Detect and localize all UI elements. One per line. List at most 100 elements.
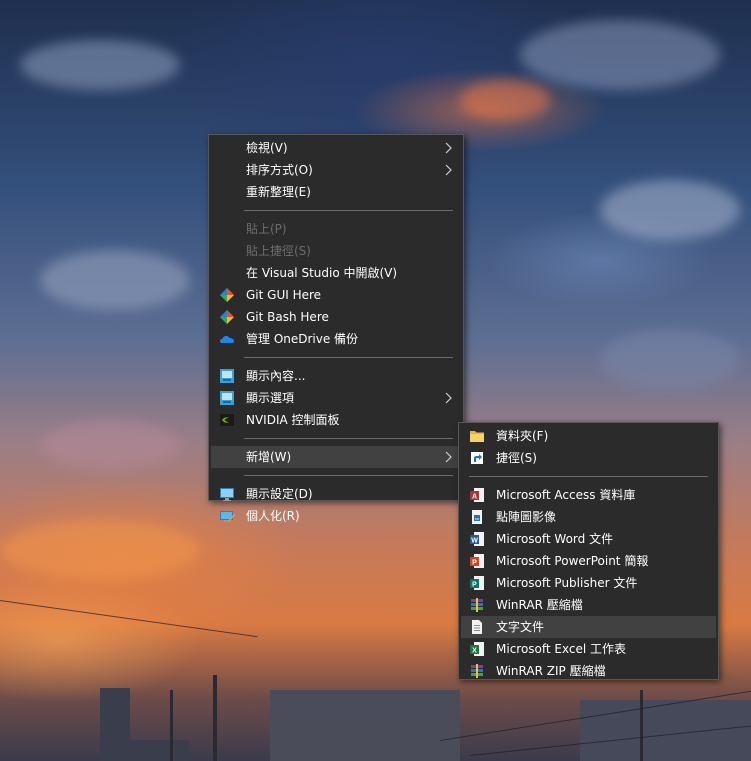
menu-item-label: 資料夾(F): [496, 429, 549, 443]
desktop-context-menu: 檢視(V) 排序方式(O) 重新整理(E) 貼上(P) 貼上捷徑(S) 在 Vi…: [208, 134, 464, 523]
wallpaper-pole: [640, 690, 643, 761]
submenu-item-powerpoint-presentation[interactable]: P Microsoft PowerPoint 簡報: [461, 550, 716, 572]
menu-item-nvidia-control-panel[interactable]: NVIDIA 控制面板: [211, 409, 461, 431]
svg-text:A: A: [472, 494, 477, 501]
chevron-right-icon: [445, 451, 452, 463]
svg-text:P: P: [472, 560, 477, 567]
menu-item-label: Microsoft PowerPoint 簡報: [496, 554, 649, 568]
menu-item-label: 個人化(R): [246, 509, 300, 523]
wallpaper-cloud: [460, 80, 550, 120]
submenu-item-text-document[interactable]: 文字文件: [461, 616, 716, 638]
menu-item-label: 在 Visual Studio 中開啟(V): [246, 266, 398, 280]
text-document-icon: [472, 620, 482, 634]
menu-item-label: 點陣圖影像: [496, 510, 557, 524]
menu-item-git-gui-here[interactable]: Git GUI Here: [211, 284, 461, 306]
menu-item-new[interactable]: 新增(W): [211, 446, 461, 468]
svg-text:P: P: [472, 582, 477, 589]
submenu-item-winrar-archive[interactable]: WinRAR 壓縮檔: [461, 594, 716, 616]
excel-icon: X: [470, 642, 484, 656]
menu-item-label: Microsoft Word 文件: [496, 532, 614, 546]
menu-item-label: Microsoft Publisher 文件: [496, 576, 638, 590]
winrar-zip-icon: [471, 664, 483, 678]
publisher-icon: P: [470, 576, 484, 590]
nvidia-icon: [220, 414, 234, 426]
menu-item-label: Microsoft Excel 工作表: [496, 642, 627, 656]
menu-separator: [469, 476, 708, 477]
menu-item-label: Git GUI Here: [246, 288, 322, 302]
menu-item-label: Git Bash Here: [246, 310, 329, 324]
menu-item-display-settings[interactable]: 顯示設定(D): [211, 483, 461, 505]
menu-item-label: 貼上捷徑(S): [246, 244, 311, 258]
menu-item-manage-onedrive-backup[interactable]: 管理 OneDrive 備份: [211, 328, 461, 350]
wallpaper-cloud: [0, 520, 200, 580]
wallpaper-cloud: [20, 40, 180, 90]
bitmap-icon: [472, 510, 482, 524]
menu-item-git-bash-here[interactable]: Git Bash Here: [211, 306, 461, 328]
svg-text:W: W: [471, 538, 478, 545]
menu-item-label: 顯示內容...: [246, 369, 306, 383]
menu-item-label: Microsoft Access 資料庫: [496, 488, 636, 502]
menu-item-label: 新增(W): [246, 450, 292, 464]
menu-item-label: 顯示選項: [246, 391, 295, 405]
menu-item-label: 重新整理(E): [246, 185, 311, 199]
access-icon: A: [470, 488, 484, 502]
submenu-item-shortcut[interactable]: 捷徑(S): [461, 447, 716, 469]
submenu-item-publisher-document[interactable]: P Microsoft Publisher 文件: [461, 572, 716, 594]
menu-item-graphics-properties[interactable]: 顯示內容...: [211, 365, 461, 387]
wallpaper-pole: [213, 675, 217, 761]
menu-item-label: 檢視(V): [246, 141, 288, 155]
git-icon: [220, 310, 234, 324]
desktop-wallpaper[interactable]: 檢視(V) 排序方式(O) 重新整理(E) 貼上(P) 貼上捷徑(S) 在 Vi…: [0, 0, 751, 761]
menu-separator: [244, 357, 453, 358]
submenu-item-excel-worksheet[interactable]: X Microsoft Excel 工作表: [461, 638, 716, 660]
submenu-item-folder[interactable]: 資料夾(F): [461, 425, 716, 447]
personalize-icon: [220, 511, 235, 522]
git-icon: [220, 288, 234, 302]
menu-item-sort-by[interactable]: 排序方式(O): [211, 159, 461, 181]
submenu-item-access-database[interactable]: A Microsoft Access 資料庫: [461, 484, 716, 506]
submenu-item-bitmap-image[interactable]: 點陣圖影像: [461, 506, 716, 528]
submenu-item-word-document[interactable]: W Microsoft Word 文件: [461, 528, 716, 550]
intel-graphics-icon: [220, 391, 234, 405]
intel-graphics-icon: [220, 369, 234, 383]
menu-item-personalize[interactable]: 個人化(R): [211, 505, 461, 527]
menu-separator: [244, 475, 453, 476]
menu-item-label: 捷徑(S): [496, 451, 537, 465]
wallpaper-cloud: [600, 330, 740, 390]
display-settings-icon: [220, 488, 234, 501]
wallpaper-cloud: [40, 420, 180, 470]
menu-item-graphics-options[interactable]: 顯示選項: [211, 387, 461, 409]
wallpaper-wire: [0, 600, 258, 638]
wallpaper-building: [270, 690, 460, 761]
menu-item-label: 顯示設定(D): [246, 487, 313, 501]
menu-item-label: 文字文件: [496, 620, 545, 634]
menu-item-label: 排序方式(O): [246, 163, 313, 177]
menu-item-label: NVIDIA 控制面板: [246, 413, 340, 427]
menu-item-refresh[interactable]: 重新整理(E): [211, 181, 461, 203]
menu-item-view[interactable]: 檢視(V): [211, 137, 461, 159]
powerpoint-icon: P: [470, 554, 484, 568]
svg-text:X: X: [472, 648, 477, 655]
chevron-right-icon: [445, 392, 452, 404]
menu-item-label: WinRAR ZIP 壓縮檔: [496, 664, 606, 678]
menu-item-paste[interactable]: 貼上(P): [211, 218, 461, 240]
word-icon: W: [470, 532, 484, 546]
wallpaper-building: [120, 740, 190, 761]
submenu-item-winrar-zip-archive[interactable]: WinRAR ZIP 壓縮檔: [461, 660, 716, 682]
folder-icon: [470, 431, 484, 442]
wallpaper-pole: [170, 690, 173, 761]
menu-separator: [244, 210, 453, 211]
shortcut-icon: [471, 452, 483, 464]
menu-item-label: 貼上(P): [246, 222, 287, 236]
chevron-right-icon: [445, 164, 452, 176]
wallpaper-cloud: [40, 250, 190, 310]
onedrive-cloud-icon: [220, 336, 234, 343]
chevron-right-icon: [445, 142, 452, 154]
menu-item-label: WinRAR 壓縮檔: [496, 598, 583, 612]
winrar-icon: [471, 598, 483, 612]
menu-item-open-in-visual-studio[interactable]: 在 Visual Studio 中開啟(V): [211, 262, 461, 284]
wallpaper-cloud: [520, 20, 720, 90]
menu-item-paste-shortcut[interactable]: 貼上捷徑(S): [211, 240, 461, 262]
wallpaper-cloud: [600, 180, 740, 240]
new-submenu: 資料夾(F) 捷徑(S) A Microsoft Access 資料庫 點陣圖影…: [458, 422, 719, 680]
